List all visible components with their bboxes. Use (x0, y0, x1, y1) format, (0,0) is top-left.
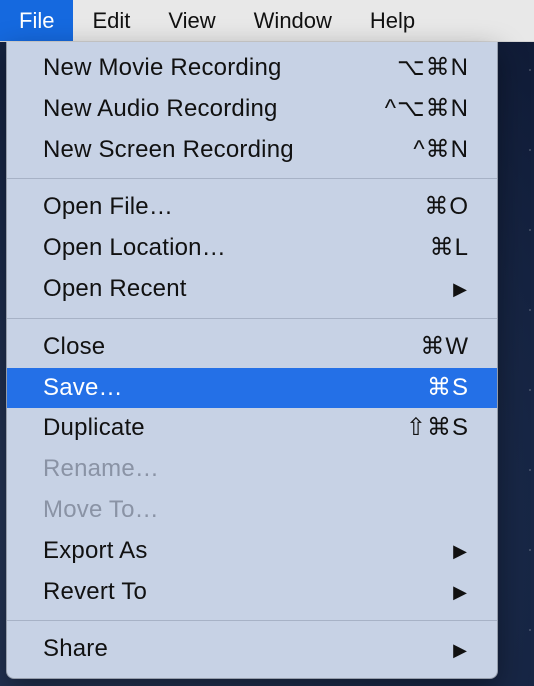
menu-label: Move To… (43, 493, 159, 528)
submenu-arrow-icon: ▶ (453, 637, 469, 663)
menubar-label: Help (370, 8, 415, 34)
menu-item-open-recent[interactable]: Open Recent ▶ (7, 269, 497, 310)
submenu-arrow-icon: ▶ (453, 538, 469, 564)
menu-label: Duplicate (43, 411, 145, 446)
menubar-label: Edit (92, 8, 130, 34)
menu-item-move-to: Move To… (7, 490, 497, 531)
menubar-label: Window (254, 8, 332, 34)
menubar-label: View (168, 8, 215, 34)
menu-label: Rename… (43, 452, 159, 487)
file-menu-dropdown: New Movie Recording⌥⌘NNew Audio Recordin… (6, 42, 498, 679)
menu-shortcut: ⌘O (424, 190, 469, 225)
menu-label: Save… (43, 371, 123, 406)
menu-item-share[interactable]: Share ▶ (7, 629, 497, 670)
menu-shortcut: ^⌥⌘N (385, 92, 469, 127)
menu-label: New Movie Recording (43, 51, 282, 86)
menu-shortcut: ^⌘N (413, 133, 469, 168)
menubar-label: File (19, 8, 54, 34)
menu-label: Share (43, 632, 108, 667)
menu-separator (7, 620, 497, 621)
menubar-item-window[interactable]: Window (235, 0, 351, 41)
submenu-arrow-icon: ▶ (453, 276, 469, 302)
menu-item-open-file[interactable]: Open File… ⌘O (7, 187, 497, 228)
menu-item-duplicate[interactable]: Duplicate ⇧⌘S (7, 408, 497, 449)
menu-item-new-movie-recording[interactable]: New Movie Recording ⌥⌘N (7, 48, 497, 89)
menu-label: Revert To (43, 575, 147, 610)
menu-shortcut: ⌘L (430, 231, 469, 266)
menu-shortcut: ⇧⌘S (406, 411, 469, 446)
menu-item-close[interactable]: Close ⌘W (7, 327, 497, 368)
menu-separator (7, 318, 497, 319)
menu-label: Export As (43, 534, 148, 569)
menu-separator (7, 178, 497, 179)
menu-label: Open File… (43, 190, 173, 225)
menu-label: Open Recent (43, 272, 187, 307)
menu-item-save[interactable]: Save… ⌘S (7, 368, 497, 409)
menubar-item-view[interactable]: View (149, 0, 234, 41)
menu-label: New Audio Recording (43, 92, 278, 127)
menu-item-open-location[interactable]: Open Location… ⌘L (7, 228, 497, 269)
menu-shortcut: ⌘W (420, 330, 469, 365)
menu-item-export-as[interactable]: Export As ▶ (7, 531, 497, 572)
menubar-item-help[interactable]: Help (351, 0, 434, 41)
menu-item-new-screen-recording[interactable]: New Screen Recording ^⌘N (7, 130, 497, 171)
menu-label: New Screen Recording (43, 133, 294, 168)
submenu-arrow-icon: ▶ (453, 579, 469, 605)
menubar-item-edit[interactable]: Edit (73, 0, 149, 41)
menu-label: Open Location… (43, 231, 226, 266)
menu-label: Close (43, 330, 105, 365)
menu-item-rename: Rename… (7, 449, 497, 490)
menu-shortcut: ⌘S (427, 371, 469, 406)
menu-item-new-audio-recording[interactable]: New Audio Recording ^⌥⌘N (7, 89, 497, 130)
menu-shortcut: ⌥⌘N (397, 51, 469, 86)
menubar-item-file[interactable]: File (0, 0, 73, 41)
menu-item-revert-to[interactable]: Revert To ▶ (7, 572, 497, 613)
menubar: File Edit View Window Help (0, 0, 534, 42)
